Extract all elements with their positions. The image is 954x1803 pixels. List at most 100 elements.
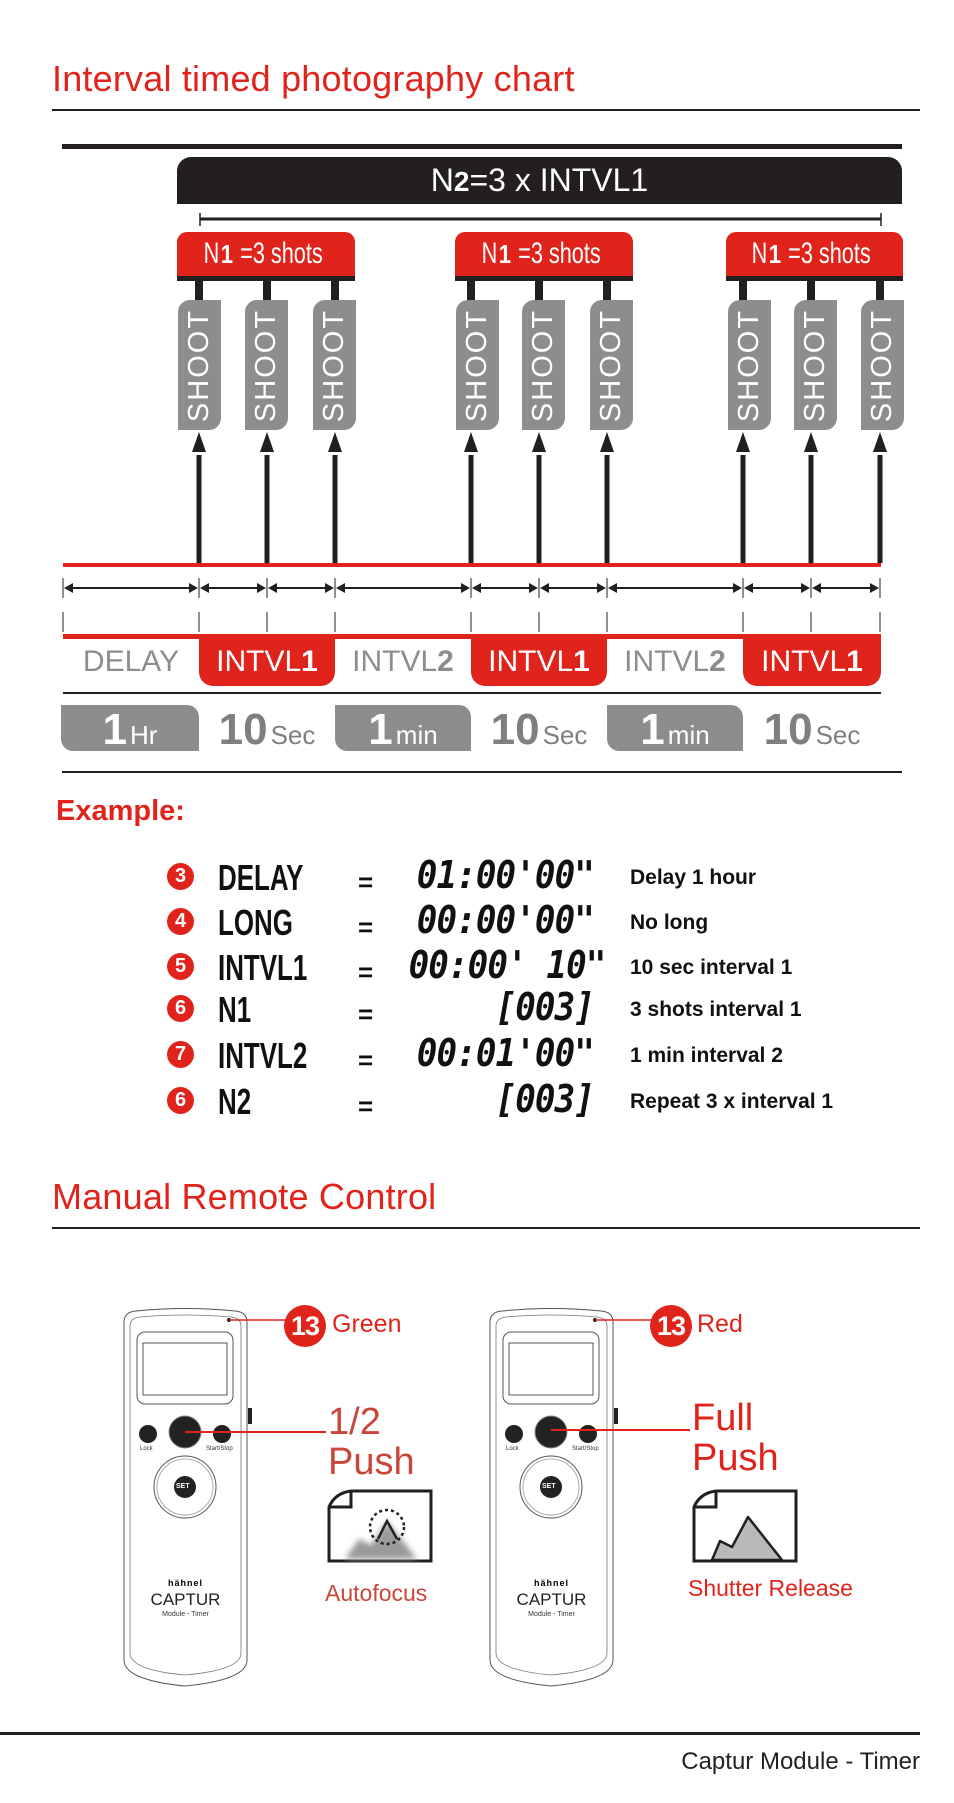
- span-arrow-right-head: [257, 583, 266, 593]
- n1-group-box: N1 =3 shots: [455, 232, 633, 281]
- span-arrow-right-head: [801, 583, 810, 593]
- shoot-label: SHOOT: [245, 300, 288, 430]
- shot-arrow-head: [260, 432, 274, 452]
- lcd-value: [003]: [495, 1077, 595, 1121]
- equals-sign: =: [358, 912, 374, 942]
- span-arrow-left-head: [64, 583, 73, 593]
- setting-name: INTVL1: [218, 947, 308, 988]
- shot-connector: [603, 281, 611, 301]
- shot-arrow-head: [600, 432, 614, 452]
- span-arrow-left-head: [268, 583, 277, 593]
- manual-section-title: Manual Remote Control: [52, 1176, 437, 1217]
- setting-name: N1: [218, 989, 252, 1030]
- model-name: Module - Timer: [162, 1611, 209, 1618]
- span-arrow-left-head: [540, 583, 549, 593]
- setting-name: N2: [218, 1081, 252, 1122]
- duration-intvl1: 10 Sec: [763, 705, 861, 754]
- lcd-value: 00:00' 10": [408, 943, 607, 987]
- remote-2-callout-lines: [551, 1319, 690, 1431]
- step-number-badge: 7: [167, 1041, 194, 1068]
- setting-name: INTVL2: [218, 1035, 308, 1076]
- footer-divider: [0, 1732, 920, 1735]
- setting-description: 3 shots interval 1: [630, 998, 802, 1021]
- setting-name: LONG: [218, 902, 293, 943]
- shot-arrow-head: [464, 432, 478, 452]
- shutter-release-caption: Shutter Release: [688, 1575, 853, 1601]
- model-name: Module - Timer: [528, 1611, 575, 1618]
- step-number-badge: 4: [167, 908, 194, 935]
- step-number-badge: 3: [167, 863, 194, 890]
- span-arrow-right-head: [733, 583, 742, 593]
- lcd-value: 00:01'00": [416, 1031, 595, 1075]
- product-name: CAPTUR: [150, 1590, 221, 1609]
- equals-sign: =: [358, 957, 374, 987]
- shot-arrow-head: [328, 432, 342, 452]
- phase-intvl2: INTVL 2: [624, 645, 726, 678]
- shoot-label: SHOOT: [728, 300, 771, 430]
- footer-text: Captur Module - Timer: [681, 1748, 920, 1775]
- step-number-badge: 5: [167, 953, 194, 980]
- span-arrow-left-head: [200, 583, 209, 593]
- interval-span-arrows: [62, 578, 881, 598]
- shoot-label: SHOOT: [590, 300, 633, 430]
- shutter-release-photo-icon: [692, 1489, 798, 1563]
- shot-connector: [467, 281, 475, 301]
- duration-intvl2: 1 min: [335, 705, 471, 752]
- duration-intvl2: 1 min: [607, 705, 743, 752]
- equals-sign: =: [358, 1045, 374, 1075]
- shot-arrow-head: [532, 432, 546, 452]
- duration-intvl1: 10 Sec: [490, 705, 588, 754]
- shot-arrow-head: [192, 432, 206, 452]
- equals-sign: =: [358, 867, 374, 897]
- shot-arrow-head: [736, 432, 750, 452]
- step-number-badge: 6: [167, 1087, 194, 1114]
- shoot-label: SHOOT: [794, 300, 837, 430]
- shot-connector: [331, 281, 339, 301]
- setting-description: 1 min interval 2: [630, 1044, 783, 1067]
- shot-arrow-head: [873, 432, 887, 452]
- shot-connector: [739, 281, 747, 301]
- setting-description: 10 sec interval 1: [630, 956, 793, 979]
- shoot-label: SHOOT: [456, 300, 499, 430]
- equals-sign: =: [358, 1091, 374, 1121]
- step-number-badge: 6: [167, 995, 194, 1022]
- product-name: CAPTUR: [516, 1590, 587, 1609]
- manual-divider: [52, 1227, 920, 1229]
- phase-intvl1: INTVL 1: [743, 638, 881, 686]
- phase-delay: DELAY: [82, 645, 180, 678]
- phase-intvl2: INTVL 2: [352, 645, 454, 678]
- setting-description: No long: [630, 911, 709, 934]
- set-label: SET: [176, 1483, 190, 1490]
- span-arrow-right-head: [325, 583, 334, 593]
- shot-connector: [263, 281, 271, 301]
- shot-connectors: [195, 281, 884, 301]
- shoot-label: SHOOT: [861, 300, 904, 430]
- span-arrow-left-head: [472, 583, 481, 593]
- n1-group-box: N1 =3 shots: [726, 232, 903, 281]
- setting-description: Repeat 3 x interval 1: [630, 1090, 834, 1113]
- duration-intvl1: 10 Sec: [218, 705, 316, 754]
- equals-sign: =: [358, 999, 374, 1029]
- span-arrow-right-head: [189, 583, 198, 593]
- shot-connector: [807, 281, 815, 301]
- phase-intvl1: INTVL 1: [199, 638, 335, 686]
- autofocus-caption: Autofocus: [325, 1580, 428, 1606]
- shot-connector: [876, 281, 884, 301]
- led-step-badge: 13: [650, 1305, 692, 1347]
- span-arrow-left-head: [608, 583, 617, 593]
- span-arrow-right-head: [529, 583, 538, 593]
- lcd-value: [003]: [495, 985, 595, 1029]
- span-arrow-right-head: [870, 583, 879, 593]
- span-arrow-right-head: [597, 583, 606, 593]
- setting-description: Delay 1 hour: [630, 866, 757, 889]
- interval-ticks: [62, 612, 881, 632]
- shoot-label: SHOOT: [178, 300, 221, 430]
- lcd-value: 00:00'00": [416, 898, 595, 942]
- span-arrow-right-head: [461, 583, 470, 593]
- span-arrow-left-head: [744, 583, 753, 593]
- brand-logo: hähnel: [167, 1578, 203, 1588]
- span-arrow-left-head: [812, 583, 821, 593]
- phase-intvl1: INTVL 1: [471, 638, 607, 686]
- duration-delay: 1 Hr: [61, 705, 199, 752]
- push-label: Full Push: [692, 1397, 779, 1479]
